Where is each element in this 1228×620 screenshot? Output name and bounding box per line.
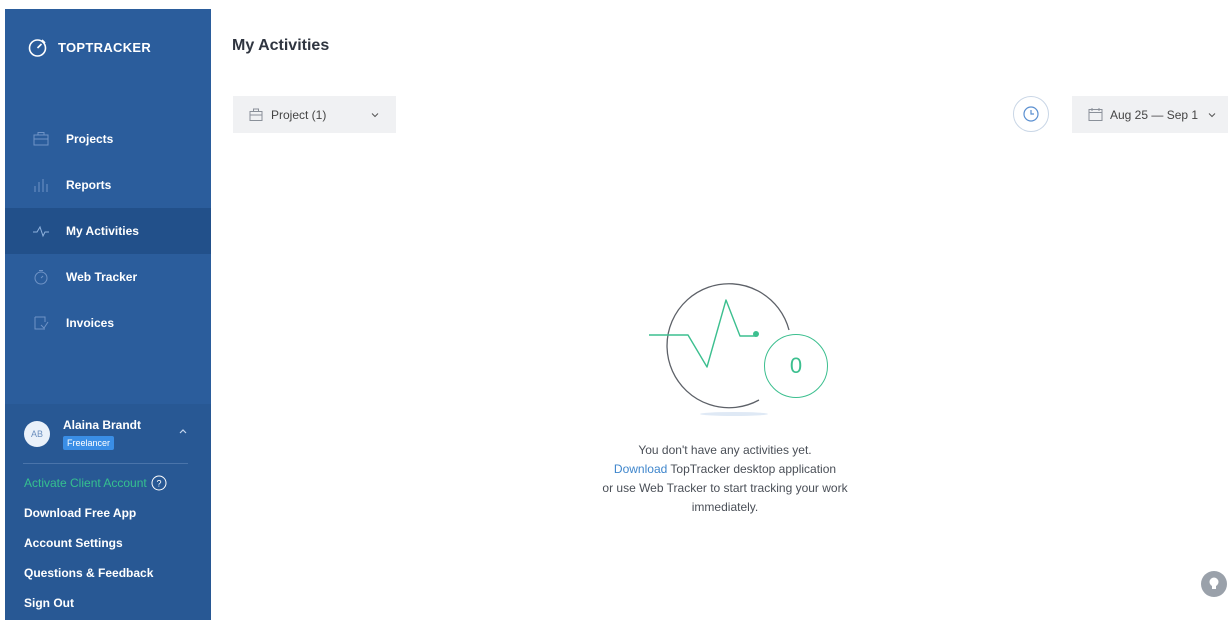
empty-state-text: TopTracker desktop application [667, 462, 837, 476]
sidebar-item-label: My Activities [66, 224, 139, 238]
sidebar-item-label: Projects [66, 132, 114, 146]
user-section: AB Alaina Brandt Freelancer Activate Cli… [5, 404, 211, 620]
stopwatch-icon [32, 268, 50, 286]
page-title: My Activities [232, 37, 330, 54]
briefcase-icon [249, 108, 263, 122]
sidebar-item-label: Web Tracker [66, 270, 138, 284]
divider [23, 463, 188, 464]
stopwatch-icon [27, 37, 48, 58]
app-name: TOPTRACKER [58, 39, 152, 55]
empty-state-line: You don't have any activities yet. [638, 443, 812, 457]
project-filter-label: Project (1) [271, 107, 327, 122]
date-range-label: Aug 25 — Sep 1 [1110, 107, 1199, 122]
sidebar-item-projects[interactable]: Projects [5, 116, 211, 162]
time-view-button[interactable] [1013, 96, 1049, 132]
date-range-picker[interactable]: Aug 25 — Sep 1 [1072, 96, 1228, 133]
sidebar-item-my-activities[interactable]: My Activities [5, 208, 211, 254]
empty-state-message: You don't have any activities yet. Downl… [525, 441, 925, 517]
sign-out-link[interactable]: Sign Out [24, 588, 211, 618]
lightbulb-icon[interactable] [1201, 571, 1227, 597]
svg-text:?: ? [156, 479, 161, 489]
download-link[interactable]: Download [614, 462, 667, 476]
sidebar-nav: Projects Reports My Activities Web Track… [5, 116, 211, 346]
empty-state-line: or use Web Tracker to start tracking you… [602, 481, 848, 495]
account-settings-link[interactable]: Account Settings [24, 528, 211, 558]
user-name: Alaina Brandt [63, 418, 142, 432]
invoice-icon [32, 314, 50, 332]
chevron-down-icon [1208, 111, 1216, 119]
sidebar-item-label: Reports [66, 178, 112, 192]
pulse-icon [32, 222, 50, 240]
main-content: My Activities Project (1) Aug 25 — Sep 1 [211, 0, 1228, 620]
empty-state-line: immediately. [691, 500, 759, 514]
logo[interactable]: TOPTRACKER [5, 9, 211, 85]
sidebar-item-reports[interactable]: Reports [5, 162, 211, 208]
download-free-app-link[interactable]: Download Free App [24, 498, 211, 528]
user-profile[interactable]: AB Alaina Brandt Freelancer [5, 404, 211, 464]
questions-feedback-link[interactable]: Questions & Feedback [24, 558, 211, 588]
avatar: AB [24, 421, 50, 447]
chevron-up-icon[interactable] [178, 426, 188, 436]
account-menu: Activate Client Account ? Download Free … [24, 468, 211, 618]
chevron-down-icon [371, 111, 379, 119]
clock-icon [1022, 105, 1040, 123]
sidebar-item-web-tracker[interactable]: Web Tracker [5, 254, 211, 300]
empty-state-line: Download TopTracker desktop application [525, 460, 925, 479]
calendar-icon [1088, 107, 1103, 122]
sidebar-item-label: Invoices [66, 316, 115, 330]
bar-chart-icon [32, 176, 50, 194]
briefcase-icon [32, 130, 50, 148]
project-filter-dropdown[interactable]: Project (1) [233, 96, 396, 133]
role-badge: Freelancer [63, 436, 115, 450]
activity-count-badge: 0 [764, 334, 828, 398]
sidebar: TOPTRACKER Projects Reports My Activitie… [5, 9, 211, 620]
help-icon[interactable]: ? [151, 475, 167, 491]
sidebar-item-invoices[interactable]: Invoices [5, 300, 211, 346]
activate-client-account-label: Activate Client Account [24, 476, 147, 490]
user-info: Alaina Brandt Freelancer [63, 418, 141, 450]
activate-client-account-link[interactable]: Activate Client Account ? [24, 468, 211, 498]
